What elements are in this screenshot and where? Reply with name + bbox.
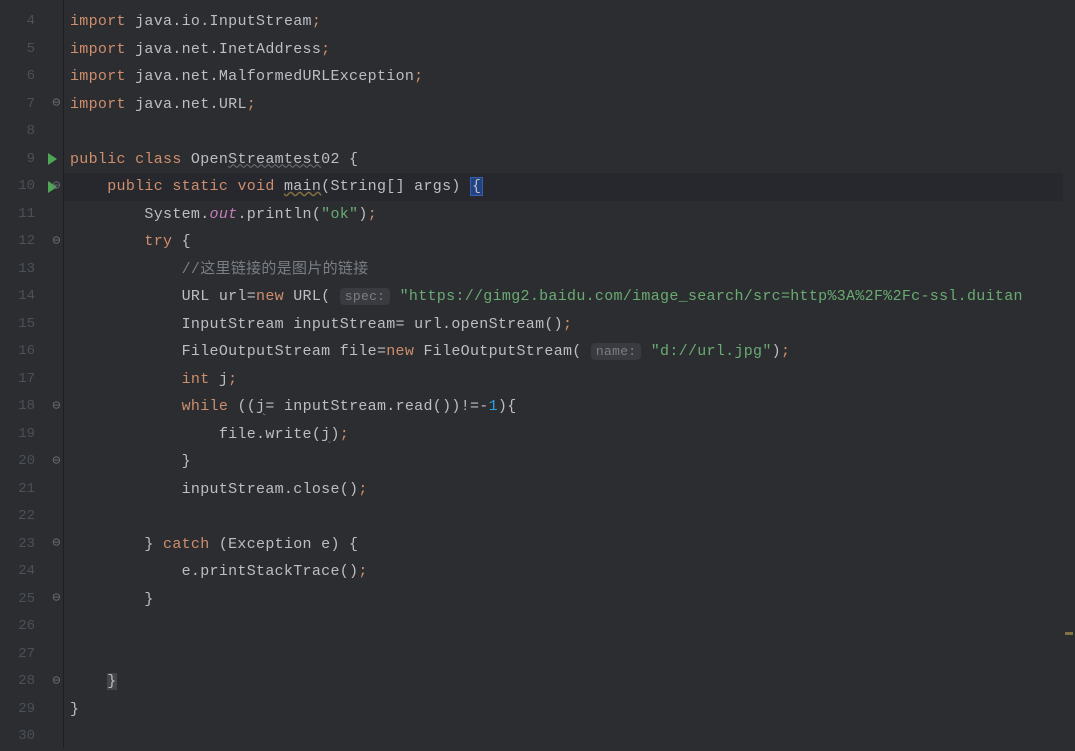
code-line[interactable]: int j; — [64, 366, 1075, 394]
line-number: 19 — [0, 421, 63, 449]
fold-icon[interactable]: ⊖ — [52, 531, 61, 559]
line-number: 29 — [0, 696, 63, 724]
line-number: 17 — [0, 366, 63, 394]
line-number: 21 — [0, 476, 63, 504]
code-line[interactable]: public static void main(String[] args) { — [64, 173, 1075, 201]
line-number: 30 — [0, 723, 63, 751]
line-number: 24 — [0, 558, 63, 586]
line-number: 10⊖ — [0, 173, 63, 201]
code-line[interactable] — [64, 118, 1075, 146]
run-icon[interactable] — [48, 153, 57, 165]
line-number: 25⊖ — [0, 586, 63, 614]
code-line[interactable]: FileOutputStream file=new FileOutputStre… — [64, 338, 1075, 366]
code-line[interactable]: e.printStackTrace(); — [64, 558, 1075, 586]
code-line[interactable] — [64, 723, 1075, 748]
line-number: 22 — [0, 503, 63, 531]
line-number: 8 — [0, 118, 63, 146]
code-editor[interactable]: 4567⊖8910⊖1112⊖131415161718⊖1920⊖212223⊖… — [0, 0, 1075, 748]
line-number: 7⊖ — [0, 91, 63, 119]
line-number: 27 — [0, 641, 63, 669]
code-line[interactable]: URL url=new URL( spec: "https://gimg2.ba… — [64, 283, 1075, 311]
line-number: 4 — [0, 8, 63, 36]
line-number: 16 — [0, 338, 63, 366]
code-line[interactable]: System.out.println("ok"); — [64, 201, 1075, 229]
code-line[interactable]: import java.net.InetAddress; — [64, 36, 1075, 64]
line-number: 12⊖ — [0, 228, 63, 256]
line-number: 28⊖ — [0, 668, 63, 696]
scrollbar[interactable] — [1063, 0, 1075, 748]
gutter: 4567⊖8910⊖1112⊖131415161718⊖1920⊖212223⊖… — [0, 0, 64, 748]
code-line[interactable]: } — [64, 448, 1075, 476]
line-number: 9 — [0, 146, 63, 174]
code-line[interactable]: } catch (Exception e) { — [64, 531, 1075, 559]
fold-icon[interactable]: ⊖ — [52, 586, 61, 614]
line-number: 14 — [0, 283, 63, 311]
fold-icon[interactable]: ⊖ — [52, 668, 61, 696]
code-line[interactable]: try { — [64, 228, 1075, 256]
line-number: 15 — [0, 311, 63, 339]
code-line[interactable]: import java.net.URL; — [64, 91, 1075, 119]
code-line[interactable] — [64, 503, 1075, 531]
line-number: 26 — [0, 613, 63, 641]
fold-icon[interactable]: ⊖ — [52, 448, 61, 476]
line-number: 18⊖ — [0, 393, 63, 421]
line-number: 11 — [0, 201, 63, 229]
code-line[interactable]: file.write(j); — [64, 421, 1075, 449]
code-line[interactable]: InputStream inputStream= url.openStream(… — [64, 311, 1075, 339]
line-number: 13 — [0, 256, 63, 284]
line-number: 6 — [0, 63, 63, 91]
code-line[interactable]: } — [64, 696, 1075, 724]
fold-icon[interactable]: ⊖ — [52, 91, 61, 119]
code-line[interactable]: //这里链接的是图片的链接 — [64, 256, 1075, 284]
code-line[interactable] — [64, 613, 1075, 641]
code-line[interactable] — [64, 641, 1075, 669]
code-line[interactable]: public class OpenStreamtest02 { — [64, 146, 1075, 174]
code-line[interactable]: import java.net.MalformedURLException; — [64, 63, 1075, 91]
line-number: 20⊖ — [0, 448, 63, 476]
code-line[interactable]: while ((j= inputStream.read())!=-1){ — [64, 393, 1075, 421]
code-line[interactable]: } — [64, 668, 1075, 696]
line-number: 5 — [0, 36, 63, 64]
line-number: 23⊖ — [0, 531, 63, 559]
code-line[interactable]: import java.io.InputStream; — [64, 8, 1075, 36]
code-line[interactable]: inputStream.close(); — [64, 476, 1075, 504]
code-line[interactable]: } — [64, 586, 1075, 614]
fold-icon[interactable]: ⊖ — [52, 173, 61, 201]
warning-marker[interactable] — [1065, 632, 1073, 635]
fold-icon[interactable]: ⊖ — [52, 393, 61, 421]
code-area[interactable]: import java.io.InputStream;import java.n… — [64, 0, 1075, 748]
fold-icon[interactable]: ⊖ — [52, 228, 61, 256]
